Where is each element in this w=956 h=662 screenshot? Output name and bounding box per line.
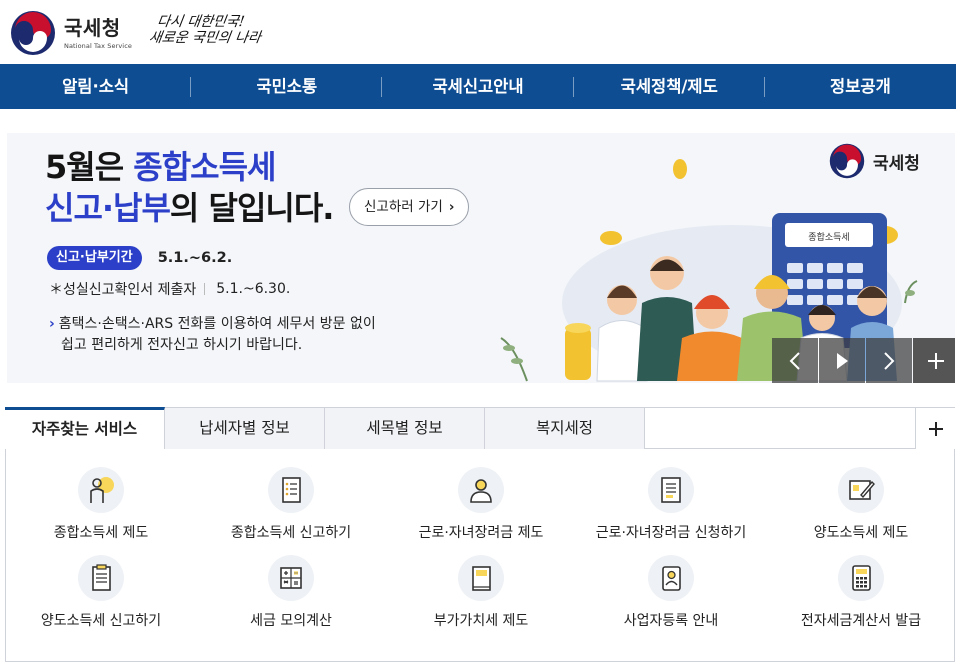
slogan-line2: 새로운 국민의 나라	[147, 30, 262, 46]
frequent-services-panel: 종합소득세 제도 종합소득세 신고하기 근로·자녀장려금 제도 근로·자녀장려금…	[5, 449, 955, 662]
tab-spacer	[645, 408, 915, 448]
gnb-item-communication[interactable]: 국민소통	[191, 64, 383, 109]
slogan: 다시 대한민국! 새로운 국민의 나라	[148, 14, 264, 46]
gnb-item-tax-policy[interactable]: 국세정책/제도	[574, 64, 766, 109]
service-label: 부가가치세 제도	[433, 613, 529, 629]
prev-slide-button[interactable]	[772, 338, 818, 383]
main-navigation: 알림·소식 국민소통 국세신고안내 국세정책/제도 정보공개	[0, 64, 956, 109]
service-item-capital-gains-tax-filing[interactable]: 양도소득세 신고하기	[6, 555, 196, 630]
banner-title-plain-2: 의 달입니다.	[169, 189, 334, 227]
service-label: 양도소득세 제도	[813, 525, 909, 541]
service-label: 종합소득세 신고하기	[230, 525, 352, 541]
banner-title-highlight-2: 신고·납부	[45, 189, 171, 227]
gnb-item-news[interactable]: 알림·소식	[0, 64, 192, 109]
arrow-right-icon: ›	[49, 316, 55, 332]
document-list-icon	[268, 467, 314, 513]
service-label: 근로·자녀장려금 제도	[418, 525, 544, 541]
service-item-tax-simulation[interactable]: 세금 모의계산	[196, 555, 386, 630]
taegeuk-emblem-icon	[11, 11, 55, 55]
service-item-e-tax-invoice[interactable]: 전자세금계산서 발급	[766, 555, 956, 630]
service-label: 세금 모의계산	[250, 613, 332, 629]
play-icon	[837, 352, 848, 369]
banner-title-highlight-1: 종합소득세	[133, 148, 276, 186]
banner-title-plain-1: 5월은	[45, 148, 134, 186]
person-lightbulb-icon	[78, 467, 124, 513]
filing-period: 신고·납부기간 5.1.~6.2.	[47, 246, 232, 270]
service-tabs: 자주찾는 서비스 납세자별 정보 세목별 정보 복지세정	[5, 407, 955, 450]
notice-line2: 쉽고 편리하게 전자신고 하시기 바랍니다.	[61, 337, 303, 353]
sincere-filing-period: ＊성실신고확인서 제출자 5.1.~6.30.	[49, 279, 290, 299]
plus-icon	[928, 352, 944, 369]
period-date: 5.1.~6.2.	[157, 250, 233, 266]
service-item-capital-gains-tax-system[interactable]: 양도소득세 제도	[766, 467, 956, 542]
calculator-icon	[838, 555, 884, 601]
calculator-signs-icon	[268, 555, 314, 601]
calculator-label: 종합소득세	[808, 232, 849, 243]
sincere-filing-label: ＊성실신고확인서 제출자	[49, 282, 197, 298]
banner-notice: › 홈택스·손택스·ARS 전화를 이용하여 세무서 방문 없이 쉽고 편리하게 …	[49, 314, 376, 356]
logo-subtitle: National Tax Service	[64, 41, 132, 50]
service-label: 근로·자녀장려금 신청하기	[595, 525, 747, 541]
service-label: 양도소득세 신고하기	[40, 613, 162, 629]
sincere-filing-date: 5.1.~6.30.	[216, 281, 291, 297]
tab-welfare-tax[interactable]: 복지세정	[485, 408, 645, 450]
service-label: 전자세금계산서 발급	[800, 613, 922, 629]
banner-controls	[772, 338, 955, 383]
person-silhouette-icon	[458, 467, 504, 513]
go-filing-button[interactable]: 신고하러 가기 ›	[349, 188, 470, 226]
clipboard-icon	[78, 555, 124, 601]
id-badge-icon	[648, 555, 694, 601]
service-item-income-tax-system[interactable]: 종합소득세 제도	[6, 467, 196, 542]
chevron-left-icon	[789, 351, 800, 370]
chevron-right-icon	[884, 351, 895, 370]
plus-icon	[928, 421, 943, 436]
service-item-vat-system[interactable]: 부가가치세 제도	[386, 555, 576, 630]
divider	[204, 283, 206, 295]
gnb-item-disclosure[interactable]: 정보공개	[765, 64, 956, 109]
logo-title: 국세청	[64, 15, 121, 40]
service-item-earned-income-credit-system[interactable]: 근로·자녀장려금 제도	[386, 467, 576, 542]
play-button[interactable]	[819, 338, 865, 383]
book-icon	[458, 555, 504, 601]
period-badge: 신고·납부기간	[47, 246, 142, 270]
nts-logo[interactable]: 국세청 National Tax Service	[10, 10, 132, 56]
chevron-right-icon: ›	[448, 199, 455, 215]
tabs-more-button[interactable]	[915, 407, 955, 449]
notice-line1: 홈택스·손택스·ARS 전화를 이용하여 세무서 방문 없이	[58, 316, 376, 332]
banner-title: 5월은 종합소득세 신고·납부의 달입니다.	[45, 147, 334, 229]
pen-paper-icon	[838, 467, 884, 513]
next-slide-button[interactable]	[866, 338, 912, 383]
slogan-line1: 다시 대한민국!	[156, 14, 246, 30]
service-item-income-tax-filing[interactable]: 종합소득세 신고하기	[196, 467, 386, 542]
services-grid: 종합소득세 제도 종합소득세 신고하기 근로·자녀장려금 제도 근로·자녀장려금…	[6, 467, 956, 630]
service-label: 종합소득세 제도	[53, 525, 149, 541]
main-banner[interactable]: 5월은 종합소득세 신고·납부의 달입니다. 신고하러 가기 › 신고·납부기간 …	[7, 133, 955, 383]
go-filing-label: 신고하러 가기	[364, 199, 443, 215]
header: 국세청 National Tax Service 다시 대한민국! 새로운 국민…	[0, 0, 956, 64]
service-item-business-registration[interactable]: 사업자등록 안내	[576, 555, 766, 630]
service-item-earned-income-credit-apply[interactable]: 근로·자녀장려금 신청하기	[576, 467, 766, 542]
tab-tax-type-info[interactable]: 세목별 정보	[325, 408, 485, 450]
tab-taxpayer-info[interactable]: 납세자별 정보	[165, 408, 325, 450]
banner-more-button[interactable]	[913, 338, 955, 383]
tab-frequent-services[interactable]: 자주찾는 서비스	[5, 407, 165, 450]
gnb-item-tax-filing[interactable]: 국세신고안내	[382, 64, 574, 109]
document-lines-icon	[648, 467, 694, 513]
service-label: 사업자등록 안내	[623, 613, 719, 629]
